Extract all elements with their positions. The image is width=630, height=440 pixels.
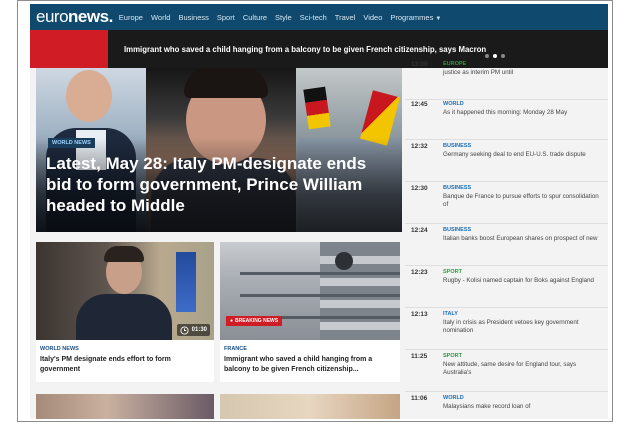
nav-item-programmes[interactable]: Programmes ▼ <box>390 13 441 22</box>
hero-story[interactable]: WORLD NEWS Latest, May 28: Italy PM-desi… <box>36 68 402 232</box>
video-duration-badge: 01:30 <box>176 324 210 336</box>
hero-image-detail <box>66 70 112 122</box>
live-dot-icon: ● <box>230 318 234 324</box>
main-nav: Europe World Business Sport Culture Styl… <box>119 13 449 22</box>
latest-item[interactable]: 12:45 WORLD As it happened this morning:… <box>405 98 608 140</box>
story-card-category[interactable]: WORLD NEWS <box>40 346 79 352</box>
latest-item-time: 11:25 <box>411 353 428 360</box>
latest-item[interactable]: 12:30 BUSINESS Banque de France to pursu… <box>405 182 608 224</box>
latest-news-sidebar: 13:00 EUROPE justice as interim PM until… <box>405 61 608 419</box>
nav-item-business[interactable]: Business <box>178 13 208 22</box>
story-card[interactable]: 01:30 WORLD NEWS Italy's PM designate en… <box>36 242 214 382</box>
latest-item-category[interactable]: SPORT <box>443 353 462 359</box>
nav-item-programmes-label: Programmes <box>390 12 434 22</box>
nav-item-world[interactable]: World <box>151 13 170 22</box>
story-image-detail <box>335 252 353 270</box>
nav-item-culture[interactable]: Culture <box>243 13 267 22</box>
hero-image-detail <box>184 68 268 98</box>
latest-item-category[interactable]: WORLD <box>443 101 464 107</box>
latest-item-category[interactable]: EUROPE <box>443 61 466 67</box>
latest-item-time: 12:24 <box>411 227 428 234</box>
breaking-headline[interactable]: Immigrant who saved a child hanging from… <box>124 45 486 54</box>
latest-item[interactable]: 13:00 EUROPE justice as interim PM until <box>405 58 608 100</box>
logo-dot: . <box>108 7 114 26</box>
latest-item[interactable]: 11:06 WORLD Malaysians make record loan … <box>405 392 608 419</box>
latest-item[interactable]: 12:24 BUSINESS Italian banks boost Europ… <box>405 224 608 266</box>
logo-part-2: news <box>68 7 109 26</box>
latest-item-text[interactable]: New attitude, same desire for England to… <box>443 361 603 377</box>
nav-item-style[interactable]: Style <box>275 13 292 22</box>
story-image-detail <box>104 246 144 262</box>
next-story-row <box>36 394 400 419</box>
latest-item-text[interactable]: Rugby - Kolisi named captain for Boks ag… <box>443 277 603 285</box>
story-card-image[interactable] <box>220 394 400 419</box>
nav-item-europe[interactable]: Europe <box>119 13 143 22</box>
nav-item-sport[interactable]: Sport <box>217 13 235 22</box>
logo-part-1: euro <box>36 7 69 26</box>
latest-item[interactable]: 11:25 SPORT New attitude, same desire fo… <box>405 350 608 392</box>
story-card-image[interactable]: ● BREAKING NEWS <box>220 242 400 340</box>
latest-item-category[interactable]: BUSINESS <box>443 185 471 191</box>
latest-item-time: 12:13 <box>411 311 428 318</box>
nav-item-travel[interactable]: Travel <box>335 13 356 22</box>
latest-item-time: 12:30 <box>411 185 428 192</box>
latest-item-time: 12:32 <box>411 143 428 150</box>
top-navbar: euronews. Europe World Business Sport Cu… <box>30 4 608 30</box>
story-card-title[interactable]: Italy's PM designate ends effort to form… <box>40 355 212 374</box>
chevron-down-icon: ▼ <box>435 15 442 22</box>
nav-item-sci-tech[interactable]: Sci-tech <box>300 13 327 22</box>
latest-item-category[interactable]: ITALY <box>443 311 458 317</box>
euronews-page: euronews. Europe World Business Sport Cu… <box>30 4 608 419</box>
nav-item-video[interactable]: Video <box>363 13 382 22</box>
latest-item-text[interactable]: Italian banks boost European shares on p… <box>443 235 603 243</box>
latest-item-text[interactable]: Italy in crisis as President vetoes key … <box>443 319 603 335</box>
hero-headline[interactable]: Latest, May 28: Italy PM-designate ends … <box>46 153 396 216</box>
story-image-detail <box>76 294 172 340</box>
breaking-news-badge-label: BREAKING NEWS <box>235 318 279 324</box>
story-card[interactable]: ● BREAKING NEWS FRANCE Immigrant who sav… <box>220 242 400 382</box>
breaking-news-badge: ● BREAKING NEWS <box>226 316 283 326</box>
latest-item-category[interactable]: WORLD <box>443 395 464 401</box>
breaking-news-tag <box>30 30 108 68</box>
story-image-detail <box>320 242 400 340</box>
clock-icon <box>180 325 189 335</box>
latest-item-text[interactable]: justice as interim PM until <box>443 69 603 77</box>
latest-item-time: 12:23 <box>411 269 428 276</box>
story-card-image[interactable]: 01:30 <box>36 242 214 340</box>
latest-item-text[interactable]: Banque de France to pursue efforts to sp… <box>443 193 603 209</box>
story-image-detail <box>240 272 400 275</box>
video-duration: 01:30 <box>191 327 207 333</box>
latest-item-text[interactable]: Malaysians make record loan of <box>443 403 603 411</box>
latest-item-time: 12:45 <box>411 101 428 108</box>
euronews-logo[interactable]: euronews. <box>36 7 113 27</box>
hero-category-tag[interactable]: WORLD NEWS <box>48 138 95 148</box>
flag-image <box>176 252 196 312</box>
latest-item-category[interactable]: BUSINESS <box>443 143 471 149</box>
latest-item[interactable]: 12:32 BUSINESS Germany seeking deal to e… <box>405 140 608 182</box>
latest-item-text[interactable]: As it happened this morning: Monday 28 M… <box>443 109 603 117</box>
story-card-title[interactable]: Immigrant who saved a child hanging from… <box>224 355 396 374</box>
story-image-detail <box>240 294 400 297</box>
latest-item[interactable]: 12:23 SPORT Rugby - Kolisi named captain… <box>405 266 608 308</box>
latest-item[interactable]: 12:13 ITALY Italy in crisis as President… <box>405 308 608 350</box>
story-card-image[interactable] <box>36 394 214 419</box>
screenshot-frame: euronews. Europe World Business Sport Cu… <box>17 0 613 422</box>
latest-item-time: 11:06 <box>411 395 428 402</box>
story-card-category[interactable]: FRANCE <box>224 346 247 352</box>
latest-item-time: 13:00 <box>411 61 428 68</box>
latest-item-category[interactable]: SPORT <box>443 269 462 275</box>
latest-item-text[interactable]: Germany seeking deal to end EU-U.S. trad… <box>443 151 603 159</box>
latest-item-category[interactable]: BUSINESS <box>443 227 471 233</box>
